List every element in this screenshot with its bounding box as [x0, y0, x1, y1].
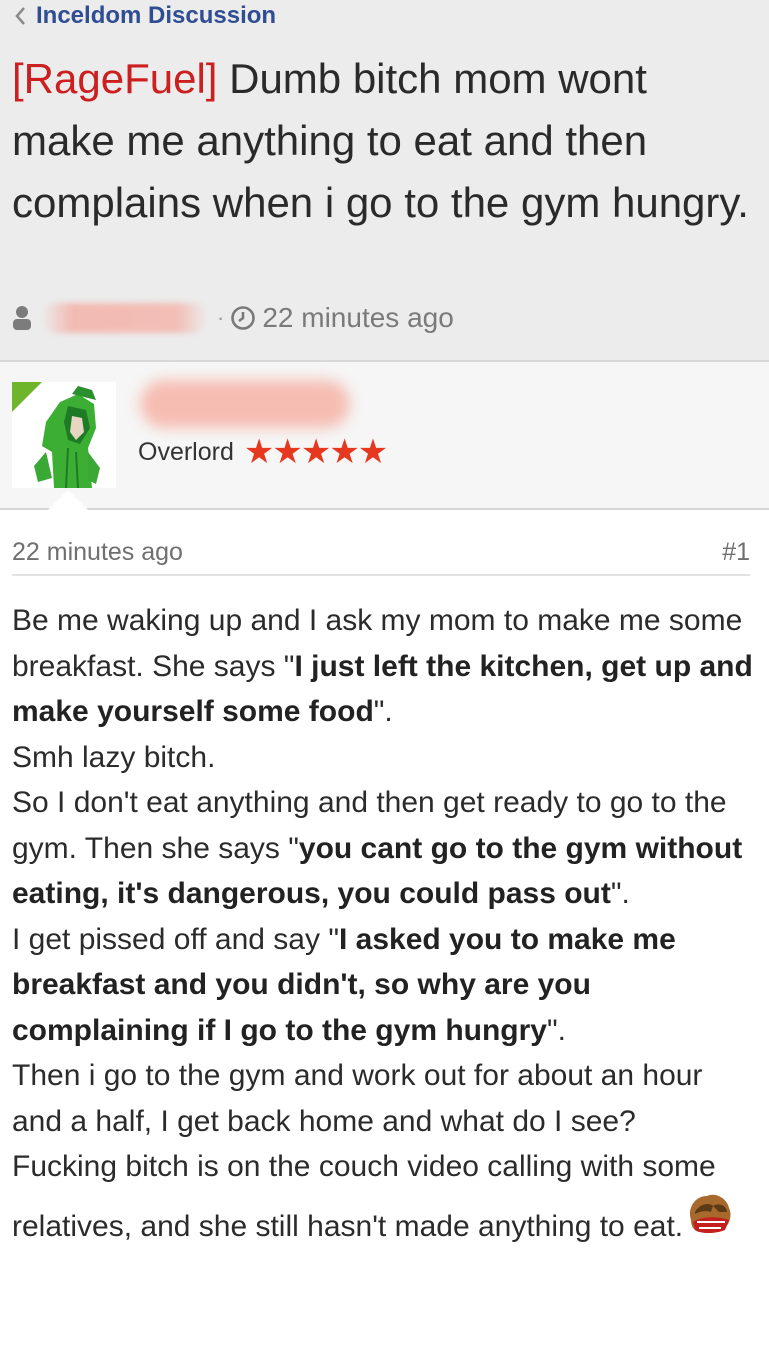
clock-icon: [231, 306, 256, 330]
thread-time: 22 minutes ago: [262, 302, 454, 333]
back-link-label: Inceldom Discussion: [36, 2, 277, 29]
post-text: I get pissed off and say ": [12, 922, 339, 956]
post-text: ".: [547, 1013, 566, 1047]
thread-meta: · 22 minutes ago: [12, 298, 454, 338]
author-name-redacted[interactable]: [42, 303, 207, 333]
post-time: 22 minutes ago: [12, 537, 183, 566]
post-body: Be me waking up and I ask my mom to make…: [12, 598, 760, 1249]
thread-header: Inceldom Discussion [RageFuel] Dumb bitc…: [0, 0, 769, 362]
post-paragraph: So I don't eat anything and then get rea…: [12, 780, 760, 917]
avatar[interactable]: [12, 382, 116, 489]
user-icon: [13, 306, 31, 330]
post-meta: 22 minutes ago #1: [12, 530, 750, 576]
chevron-left-icon: [15, 7, 25, 25]
post-text: ".: [610, 877, 630, 910]
post-text: Fucking bitch is on the couch video call…: [12, 1150, 716, 1243]
separator-dot: ·: [217, 305, 225, 330]
avatar-pointer: [48, 490, 88, 510]
post-paragraph: Fucking bitch is on the couch video call…: [12, 1144, 760, 1249]
post-paragraph: Be me waking up and I ask my mom to make…: [12, 598, 760, 735]
rank-title: Overlord: [138, 437, 234, 466]
author-username-redacted[interactable]: [140, 380, 350, 428]
angry-pepe-emoji-icon: [685, 1190, 733, 1250]
post-number[interactable]: #1: [722, 538, 750, 567]
post-paragraph: Smh lazy bitch.: [12, 740, 216, 774]
user-rank: Overlord ★★★★★: [138, 433, 388, 471]
post-paragraph: I get pissed off and say "I asked you to…: [12, 917, 760, 1054]
post-text: ".: [373, 695, 393, 728]
thread-tag[interactable]: [RageFuel]: [12, 55, 217, 102]
back-link[interactable]: Inceldom Discussion: [14, 2, 276, 30]
online-indicator: [12, 382, 42, 412]
thread-title: [RageFuel] Dumb bitch mom wont make me a…: [12, 48, 752, 234]
post-paragraph: Then i go to the gym and work out for ab…: [12, 1059, 703, 1138]
rank-stars-icon: ★★★★★: [243, 433, 388, 471]
